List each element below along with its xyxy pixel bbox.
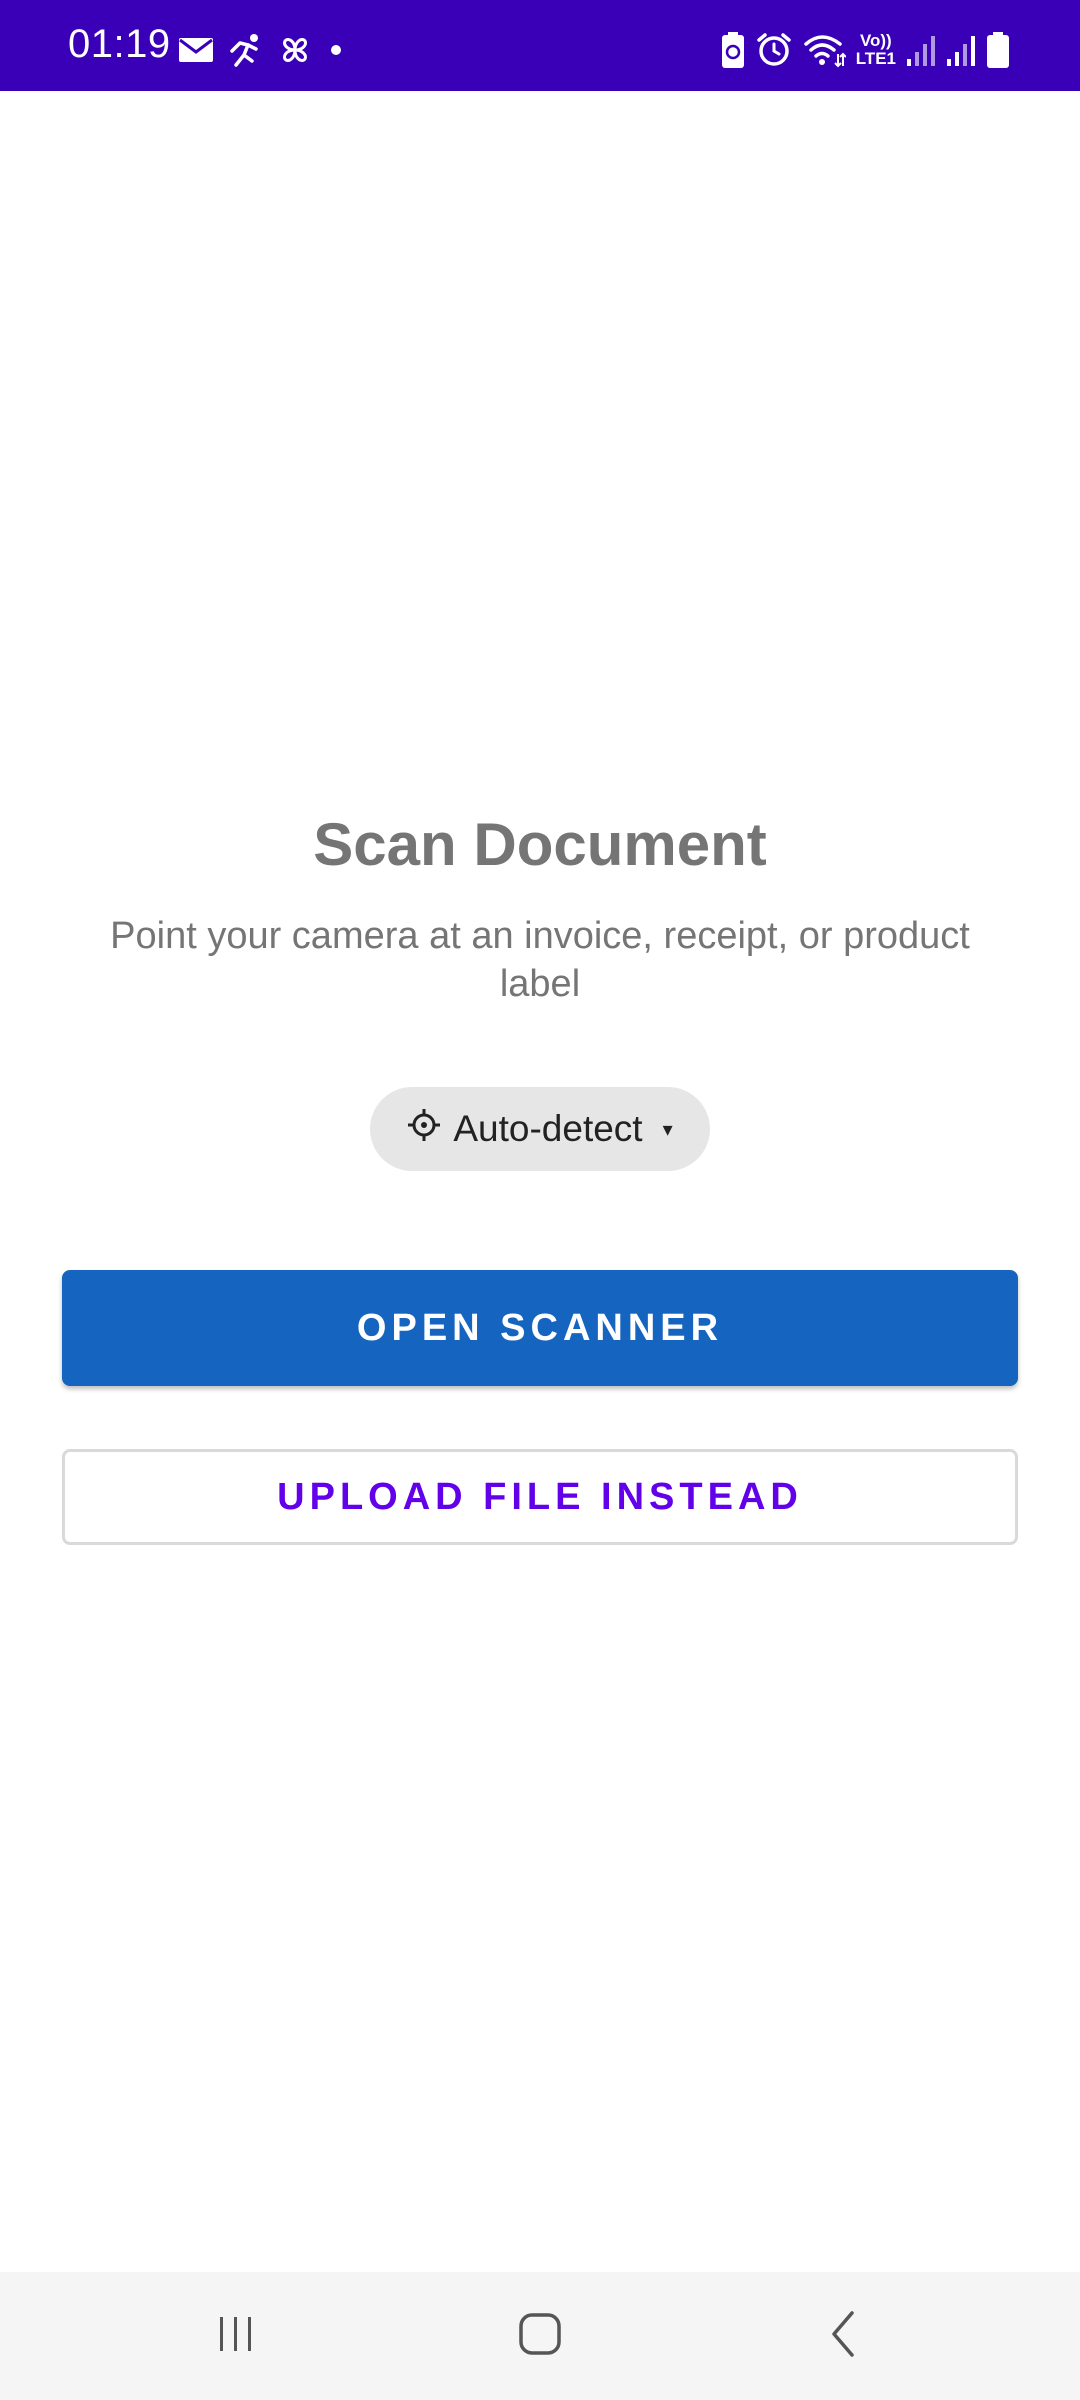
battery-saver-icon — [720, 31, 746, 69]
battery-icon — [986, 31, 1010, 69]
home-icon — [517, 2311, 563, 2362]
page-title: Scan Document — [313, 811, 767, 878]
dropdown-arrow-icon: ▾ — [662, 1118, 673, 1141]
volte-label-bottom: LTE1 — [855, 49, 896, 68]
document-type-label: Auto-detect — [453, 1108, 643, 1149]
activity-icon — [226, 31, 264, 69]
alarm-icon — [756, 32, 792, 68]
volte-icon: Vo)) LTE1 — [856, 32, 896, 68]
back-button[interactable] — [774, 2272, 914, 2400]
screen: 01:19 Vo)) LTE1 Scan Document Point your… — [0, 0, 1080, 2400]
status-time: 01:19 — [68, 22, 171, 66]
dot-icon — [326, 40, 346, 60]
navigation-bar — [0, 2272, 1080, 2400]
back-icon — [824, 2309, 864, 2364]
upload-file-button[interactable]: UPLOAD FILE INSTEAD — [62, 1449, 1018, 1545]
signal-icon — [906, 33, 936, 67]
mail-icon — [178, 36, 214, 64]
home-button[interactable] — [470, 2272, 610, 2400]
status-bar: 01:19 Vo)) LTE1 — [0, 0, 1080, 91]
open-scanner-button[interactable]: OPEN SCANNER — [62, 1270, 1018, 1386]
recents-icon — [214, 2312, 258, 2361]
volte-label-top: Vo)) — [859, 31, 892, 50]
status-right-icons: Vo)) LTE1 — [720, 28, 1010, 72]
pinwheel-icon — [276, 31, 314, 69]
document-type-selector[interactable]: Auto-detect ▾ — [370, 1087, 710, 1171]
signal-icon — [946, 33, 976, 67]
recents-button[interactable] — [166, 2272, 306, 2400]
page-subtitle: Point your camera at an invoice, receipt… — [110, 915, 970, 1005]
status-left-icons — [178, 30, 346, 70]
auto-detect-icon — [407, 1108, 441, 1151]
wifi-icon — [802, 32, 846, 68]
